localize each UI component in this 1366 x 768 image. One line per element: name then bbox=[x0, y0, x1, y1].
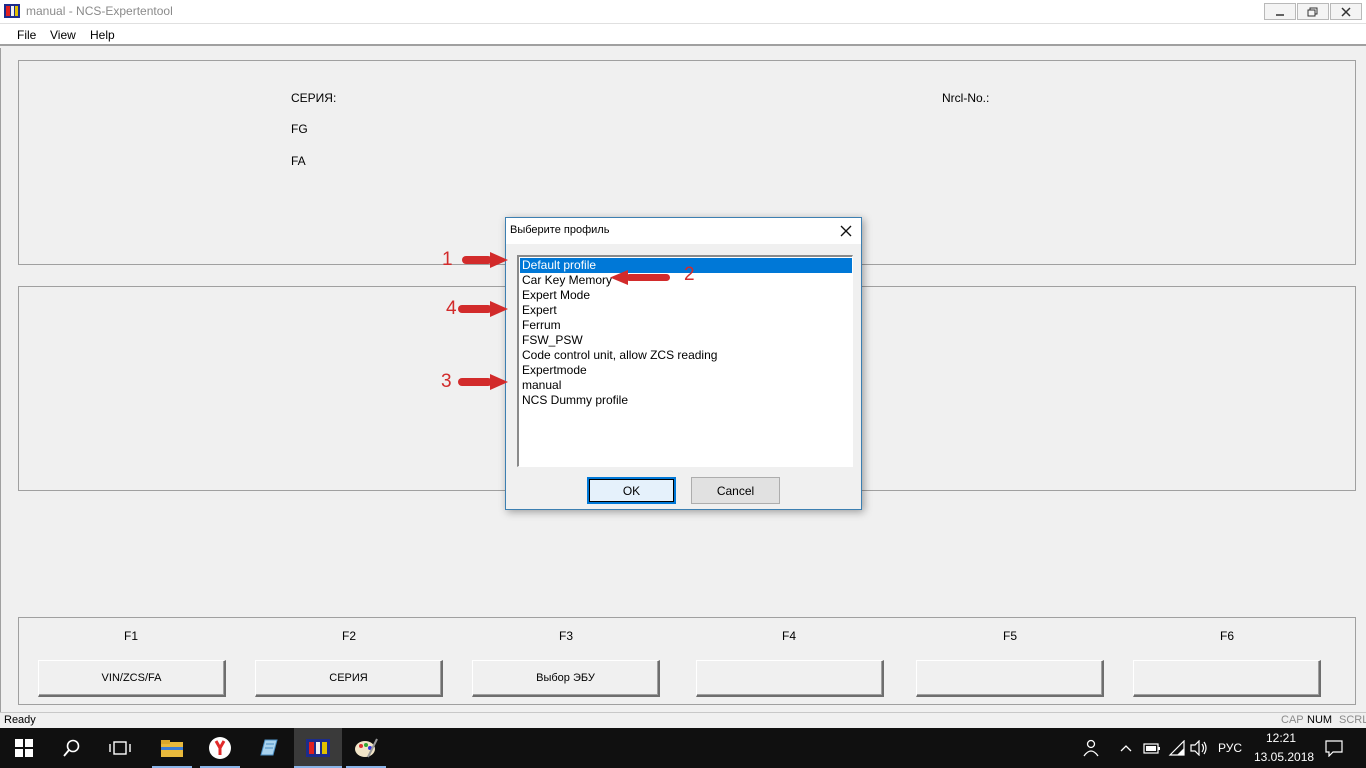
clock-time[interactable]: 12:21 bbox=[1266, 731, 1296, 745]
annotation-arrow-2 bbox=[610, 270, 670, 285]
volume-icon[interactable] bbox=[1190, 740, 1208, 756]
file-explorer-taskbar-button[interactable] bbox=[148, 728, 196, 768]
people-icon[interactable] bbox=[1083, 739, 1099, 757]
yandex-browser-taskbar-button[interactable] bbox=[196, 728, 244, 768]
windows-start-icon bbox=[15, 739, 33, 757]
annotation-overlay bbox=[458, 252, 670, 390]
search-icon bbox=[63, 739, 80, 757]
clock-date[interactable]: 13.05.2018 bbox=[1254, 750, 1314, 764]
annotation-number-2: 2 bbox=[684, 264, 695, 285]
ncs-expert-taskbar-button[interactable] bbox=[294, 728, 342, 768]
paint-taskbar-button[interactable] bbox=[342, 728, 390, 768]
annotation-number-3: 3 bbox=[441, 371, 452, 392]
task-view-button[interactable] bbox=[96, 728, 144, 768]
wifi-icon[interactable] bbox=[1168, 740, 1186, 756]
language-indicator[interactable]: РУС bbox=[1218, 741, 1242, 755]
task-view-icon bbox=[109, 741, 131, 755]
yandex-browser-icon bbox=[209, 737, 231, 759]
file-explorer-icon bbox=[161, 740, 183, 757]
notepad-icon bbox=[260, 739, 278, 756]
taskbar: РУС 12:21 13.05.2018 bbox=[0, 728, 1366, 768]
action-center-icon[interactable] bbox=[1325, 739, 1343, 757]
battery-icon[interactable] bbox=[1143, 741, 1161, 755]
search-button[interactable] bbox=[48, 728, 96, 768]
annotation-arrow-3 bbox=[458, 374, 508, 390]
annotation-arrow-4 bbox=[458, 301, 508, 317]
chevron-up-icon[interactable] bbox=[1120, 743, 1132, 753]
notepad-taskbar-button[interactable] bbox=[244, 728, 292, 768]
start-button[interactable] bbox=[0, 728, 48, 768]
annotation-arrow-1 bbox=[462, 252, 508, 268]
paint-icon bbox=[355, 738, 378, 758]
annotation-number-1: 1 bbox=[442, 249, 453, 270]
ncs-expert-icon bbox=[306, 739, 330, 757]
annotation-number-4: 4 bbox=[446, 298, 457, 319]
